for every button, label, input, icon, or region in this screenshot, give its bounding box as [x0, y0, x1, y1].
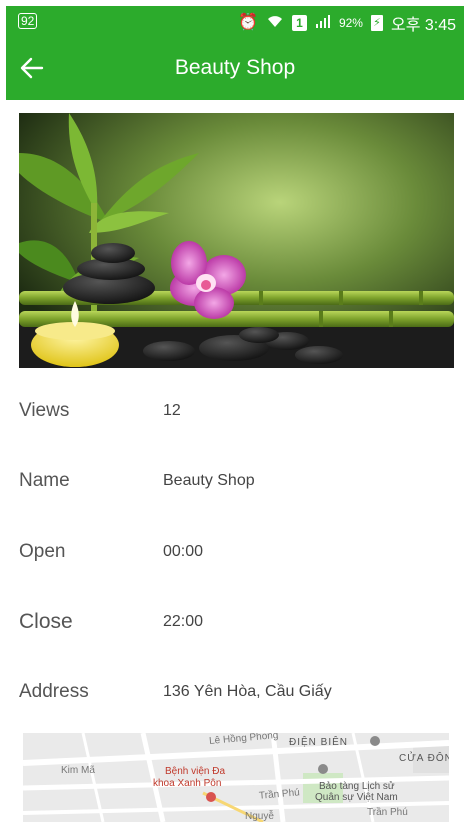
detail-label: Address — [19, 681, 89, 702]
detail-row-views: Views 12 — [19, 391, 449, 431]
detail-label: Open — [19, 541, 66, 562]
shop-photo — [19, 113, 454, 368]
detail-row-address: Address 136 Yên Hòa, Cầu Giấy — [19, 672, 449, 712]
notification-badge: 92 — [18, 13, 38, 29]
detail-value: Beauty Shop — [163, 472, 255, 489]
page-title: Beauty Shop — [174, 56, 296, 79]
map-label: ĐIỆN BIÊN — [289, 737, 349, 748]
signal-icon — [315, 13, 331, 34]
alarm-icon: ⏰ — [238, 14, 258, 31]
battery-percent: 92% — [338, 16, 363, 30]
map-label: Trần Phú — [367, 807, 408, 818]
app-bar: Beauty Shop — [6, 36, 464, 100]
map-label: Bệnh viện Đa — [165, 766, 226, 777]
wifi-icon — [266, 13, 284, 34]
detail-row-name: Name Beauty Shop — [19, 461, 449, 501]
detail-label: Views — [19, 400, 70, 421]
status-icons: ⏰ 1 92% ⚡ 오후 3:45 — [238, 11, 456, 35]
clock: 오후 3:45 — [390, 17, 456, 34]
detail-label: Close — [19, 610, 73, 633]
map-label: Quân sự Việt Nam — [315, 792, 398, 803]
detail-value: 00:00 — [163, 543, 204, 560]
detail-row-close: Close 22:00 — [19, 602, 449, 642]
detail-value: 22:00 — [163, 613, 204, 630]
location-map[interactable]: Lê Hồng Phong ĐIỆN BIÊN CỬA ĐÔN Kim Mã B… — [23, 733, 449, 822]
map-label: Kim Mã — [61, 765, 95, 776]
status-bar: 92 ⏰ 1 92% ⚡ 오후 3:45 — [6, 6, 464, 36]
map-label: CỬA ĐÔN — [399, 753, 449, 764]
detail-label: Name — [19, 470, 70, 491]
sim-icon: 1 — [291, 15, 307, 31]
detail-value: 136 Yên Hòa, Cầu Giấy — [163, 683, 332, 700]
battery-charging-icon: ⚡ — [370, 15, 383, 31]
detail-value: 12 — [163, 402, 181, 419]
map-label: Bảo tàng Lịch sử — [319, 781, 395, 792]
map-label: Nguyễ — [245, 811, 274, 822]
detail-row-open: Open 00:00 — [19, 532, 449, 572]
map-label: khoa Xanh Pôn — [153, 778, 222, 789]
